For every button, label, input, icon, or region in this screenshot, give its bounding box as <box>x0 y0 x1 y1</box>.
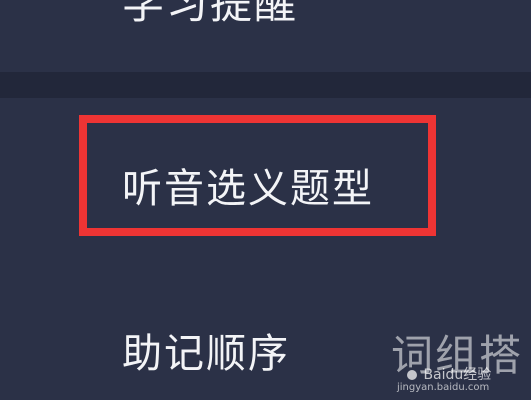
mnemonic-order-label: 助记顺序 <box>122 331 290 377</box>
baidu-logo: Baidu经验 <box>405 364 491 384</box>
listening-question-type-label: 听音选义题型 <box>122 166 374 212</box>
baidu-logo-text: Baidu经验 <box>423 367 492 383</box>
study-reminder-label: 学习提醒 <box>122 0 299 28</box>
settings-screen: 学习提醒 听音选义题型 助记顺序 词组搭 Baidu经验 jingyan.bai… <box>0 0 531 400</box>
menu-item-listening-question-type[interactable]: 听音选义题型 <box>0 98 531 288</box>
watermark-url: jingyan.baidu.com <box>397 382 490 393</box>
paw-icon <box>407 370 417 380</box>
menu-item-study-reminder[interactable]: 学习提醒 <box>0 0 531 72</box>
section-divider <box>0 72 531 98</box>
watermark: 词组搭 Baidu经验 jingyan.baidu.com <box>389 322 527 398</box>
